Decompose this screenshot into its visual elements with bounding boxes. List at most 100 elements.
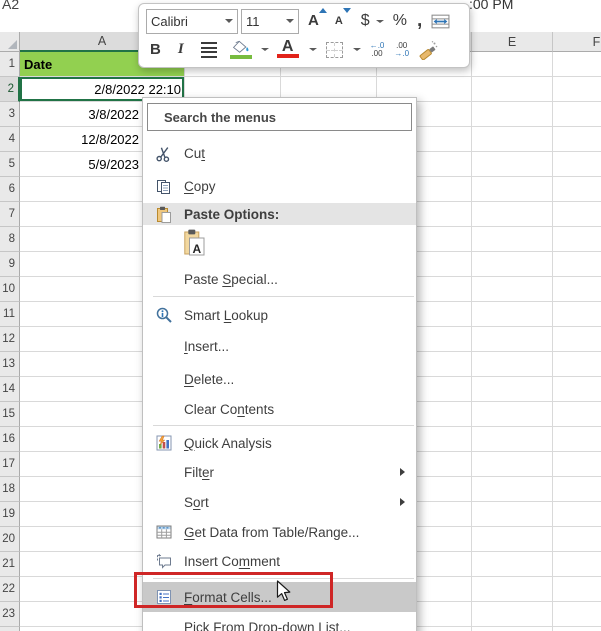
cell-F10[interactable] [553,277,601,302]
cell-F9[interactable] [553,252,601,277]
cell-E20[interactable] [472,527,553,552]
cell-E10[interactable] [472,277,553,302]
column-header-F[interactable]: F [553,32,601,52]
cell-E19[interactable] [472,502,553,527]
cell-F13[interactable] [553,352,601,377]
row-header-7[interactable]: 7 [0,202,20,227]
row-header-24[interactable]: 24 [0,627,20,631]
select-all-corner[interactable] [0,32,20,52]
cell-F20[interactable] [553,527,601,552]
column-header-E[interactable]: E [472,32,553,52]
cell-E2[interactable] [472,77,553,102]
cell-E17[interactable] [472,452,553,477]
font-color-icon[interactable]: A [276,36,299,63]
cell-E16[interactable] [472,427,553,452]
menu-item-insert-comment[interactable]: Insert Comment [143,547,416,575]
menu-item-smart-lookup[interactable]: Smart Lookup [143,300,416,330]
borders-icon[interactable] [325,36,343,63]
menu-item-filter[interactable]: Filter [143,457,416,487]
percent-style-icon[interactable]: % [393,8,407,35]
row-header-20[interactable]: 20 [0,527,20,552]
row-header-16[interactable]: 16 [0,427,20,452]
cell-E15[interactable] [472,402,553,427]
bold-icon[interactable]: B [150,36,161,63]
merge-center-icon[interactable] [431,8,450,35]
row-header-9[interactable]: 9 [0,252,20,277]
borders-dropdown[interactable] [349,36,361,63]
row-header-21[interactable]: 21 [0,552,20,577]
cell-F7[interactable] [553,202,601,227]
italic-icon[interactable]: I [178,36,184,63]
row-header-18[interactable]: 18 [0,477,20,502]
row-header-17[interactable]: 17 [0,452,20,477]
cell-F3[interactable] [553,102,601,127]
menu-item-paste-special[interactable]: Paste Special... [143,265,416,293]
row-header-11[interactable]: 11 [0,302,20,327]
cell-F18[interactable] [553,477,601,502]
menu-item-quick-analysis[interactable]: Quick Analysis [143,429,416,457]
format-painter-icon[interactable] [418,36,438,63]
cell-E11[interactable] [472,302,553,327]
cell-E7[interactable] [472,202,553,227]
increase-decimal-icon[interactable]: ←.0.00 [370,36,385,63]
row-header-5[interactable]: 5 [0,152,20,177]
cell-E6[interactable] [472,177,553,202]
row-header-8[interactable]: 8 [0,227,20,252]
font-name-combo[interactable]: Calibri [146,8,238,34]
cell-E9[interactable] [472,252,553,277]
row-header-2[interactable]: 2 [0,77,20,102]
row-header-10[interactable]: 10 [0,277,20,302]
cell-F2[interactable] [553,77,601,102]
font-size-combo[interactable]: 11 [241,8,299,34]
cell-F16[interactable] [553,427,601,452]
row-header-1[interactable]: 1 [0,52,20,77]
row-header-23[interactable]: 23 [0,602,20,627]
row-header-13[interactable]: 13 [0,352,20,377]
cell-F14[interactable] [553,377,601,402]
menu-item-pick-from-drop-down-list[interactable]: Pick From Drop-down List... [143,612,416,631]
cell-E8[interactable] [472,227,553,252]
menu-item-clear-contents[interactable]: Clear Contents [143,396,416,422]
menu-item-insert[interactable]: Insert... [143,330,416,363]
cell-F1[interactable] [553,52,601,77]
cell-F15[interactable] [553,402,601,427]
accounting-format-icon[interactable]: $ [361,8,384,35]
row-header-22[interactable]: 22 [0,577,20,602]
cell-E23[interactable] [472,602,553,627]
row-header-19[interactable]: 19 [0,502,20,527]
cell-E21[interactable] [472,552,553,577]
cell-E14[interactable] [472,377,553,402]
cell-F8[interactable] [553,227,601,252]
menu-item-sort[interactable]: Sort [143,487,416,517]
menu-item-cut[interactable]: Cut [143,137,416,170]
cell-E4[interactable] [472,127,553,152]
paste-values-icon[interactable]: A [184,229,205,262]
decrease-decimal-icon[interactable]: .00 →.0 [394,36,409,63]
fill-color-icon[interactable] [229,36,252,63]
cell-E24[interactable] [472,627,553,631]
row-header-3[interactable]: 3 [0,102,20,127]
cell-F12[interactable] [553,327,601,352]
align-lines-icon[interactable] [200,36,217,63]
cell-E13[interactable] [472,352,553,377]
menu-item-format-cells[interactable]: Format Cells... [143,582,416,612]
menu-search-input[interactable] [148,104,411,130]
cell-F4[interactable] [553,127,601,152]
cell-F24[interactable] [553,627,601,631]
cell-F19[interactable] [553,502,601,527]
row-header-6[interactable]: 6 [0,177,20,202]
menu-item-copy[interactable]: Copy [143,170,416,203]
cell-F22[interactable] [553,577,601,602]
row-header-15[interactable]: 15 [0,402,20,427]
cell-E1[interactable] [472,52,553,77]
cell-E3[interactable] [472,102,553,127]
cell-F6[interactable] [553,177,601,202]
chevron-down-icon[interactable] [375,19,384,23]
font-color-dropdown[interactable] [305,36,317,63]
name-box[interactable]: A2 [2,0,19,12]
cell-E12[interactable] [472,327,553,352]
row-header-4[interactable]: 4 [0,127,20,152]
grow-font-icon[interactable]: A [308,7,327,35]
shrink-font-icon[interactable]: A [335,7,351,35]
comma-style-icon[interactable]: , [417,8,422,35]
